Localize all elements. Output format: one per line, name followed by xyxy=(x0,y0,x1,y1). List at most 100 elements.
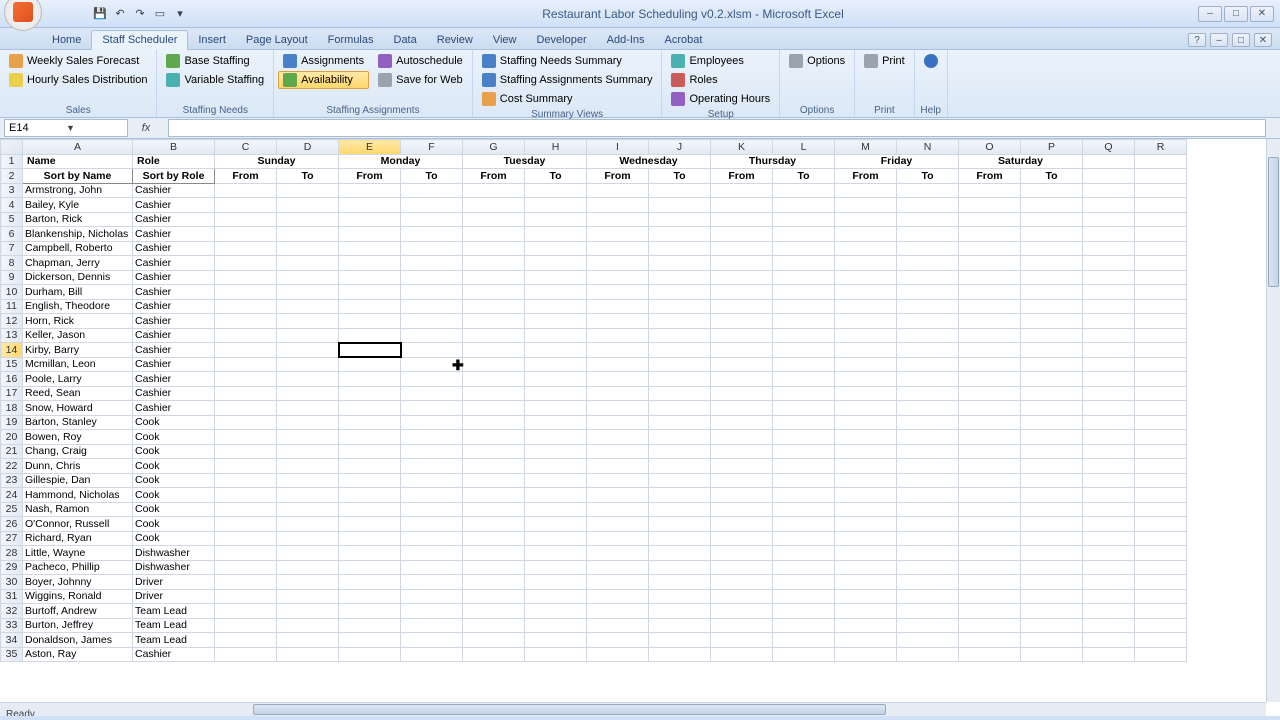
cell-D14[interactable] xyxy=(277,343,339,358)
cell-role[interactable]: Cook xyxy=(133,488,215,503)
cell-C14[interactable] xyxy=(215,343,277,358)
cell-H15[interactable] xyxy=(525,357,587,372)
cell-M3[interactable] xyxy=(835,183,897,198)
cell-C19[interactable] xyxy=(215,415,277,430)
cell-N19[interactable] xyxy=(897,415,959,430)
cell-H21[interactable] xyxy=(525,444,587,459)
cell-F5[interactable] xyxy=(401,212,463,227)
row-header-7[interactable]: 7 xyxy=(1,241,23,256)
cell-F28[interactable] xyxy=(401,546,463,561)
cell-L19[interactable] xyxy=(773,415,835,430)
cell-L16[interactable] xyxy=(773,372,835,387)
col-header-N[interactable]: N xyxy=(897,140,959,155)
cell-name[interactable]: Nash, Ramon xyxy=(23,502,133,517)
cell-J17[interactable] xyxy=(649,386,711,401)
cell-name[interactable]: Bailey, Kyle xyxy=(23,198,133,213)
cell-role[interactable]: Cook xyxy=(133,459,215,474)
cell-E17[interactable] xyxy=(339,386,401,401)
cell-F33[interactable] xyxy=(401,618,463,633)
cell-E19[interactable] xyxy=(339,415,401,430)
cell-name[interactable]: Chapman, Jerry xyxy=(23,256,133,271)
cell-F31[interactable] xyxy=(401,589,463,604)
cell-G31[interactable] xyxy=(463,589,525,604)
cell-F29[interactable] xyxy=(401,560,463,575)
cell-D32[interactable] xyxy=(277,604,339,619)
col-header-Q[interactable]: Q xyxy=(1083,140,1135,155)
cell-M17[interactable] xyxy=(835,386,897,401)
col-header-M[interactable]: M xyxy=(835,140,897,155)
cell-M21[interactable] xyxy=(835,444,897,459)
cell-K6[interactable] xyxy=(711,227,773,242)
cell-R23[interactable] xyxy=(1135,473,1187,488)
cell-E8[interactable] xyxy=(339,256,401,271)
cell-name[interactable]: Hammond, Nicholas xyxy=(23,488,133,503)
cell-role[interactable]: Cashier xyxy=(133,401,215,416)
cell-O12[interactable] xyxy=(959,314,1021,329)
cell-name[interactable]: Horn, Rick xyxy=(23,314,133,329)
cell-L33[interactable] xyxy=(773,618,835,633)
cell-C12[interactable] xyxy=(215,314,277,329)
cell-I17[interactable] xyxy=(587,386,649,401)
cell-K9[interactable] xyxy=(711,270,773,285)
row-header-10[interactable]: 10 xyxy=(1,285,23,300)
cell-Q14[interactable] xyxy=(1083,343,1135,358)
cell-I16[interactable] xyxy=(587,372,649,387)
cell-D25[interactable] xyxy=(277,502,339,517)
cell-D16[interactable] xyxy=(277,372,339,387)
col-header-B[interactable]: B xyxy=(133,140,215,155)
cell-D19[interactable] xyxy=(277,415,339,430)
cell-D8[interactable] xyxy=(277,256,339,271)
cell-O15[interactable] xyxy=(959,357,1021,372)
cell-O14[interactable] xyxy=(959,343,1021,358)
cell-role[interactable]: Cook xyxy=(133,517,215,532)
cell-K24[interactable] xyxy=(711,488,773,503)
cell-R30[interactable] xyxy=(1135,575,1187,590)
cell-P5[interactable] xyxy=(1021,212,1083,227)
cell-name[interactable]: Kirby, Barry xyxy=(23,343,133,358)
cell-O19[interactable] xyxy=(959,415,1021,430)
cell-C9[interactable] xyxy=(215,270,277,285)
cell-O10[interactable] xyxy=(959,285,1021,300)
cell-N16[interactable] xyxy=(897,372,959,387)
cell-J29[interactable] xyxy=(649,560,711,575)
cell-N11[interactable] xyxy=(897,299,959,314)
cell-K32[interactable] xyxy=(711,604,773,619)
cell-G3[interactable] xyxy=(463,183,525,198)
cell-K18[interactable] xyxy=(711,401,773,416)
cell-J18[interactable] xyxy=(649,401,711,416)
col-header-O[interactable]: O xyxy=(959,140,1021,155)
cell-M34[interactable] xyxy=(835,633,897,648)
cell-K25[interactable] xyxy=(711,502,773,517)
cell-O9[interactable] xyxy=(959,270,1021,285)
cell-E26[interactable] xyxy=(339,517,401,532)
cell-role[interactable]: Driver xyxy=(133,575,215,590)
row-header-27[interactable]: 27 xyxy=(1,531,23,546)
cell-F34[interactable] xyxy=(401,633,463,648)
cell-C25[interactable] xyxy=(215,502,277,517)
cell-G28[interactable] xyxy=(463,546,525,561)
cell-Q13[interactable] xyxy=(1083,328,1135,343)
cell-C11[interactable] xyxy=(215,299,277,314)
cell-M23[interactable] xyxy=(835,473,897,488)
cell-H25[interactable] xyxy=(525,502,587,517)
cell-J14[interactable] xyxy=(649,343,711,358)
cell-E12[interactable] xyxy=(339,314,401,329)
cell-M27[interactable] xyxy=(835,531,897,546)
cell-M4[interactable] xyxy=(835,198,897,213)
cell-N17[interactable] xyxy=(897,386,959,401)
cell-R16[interactable] xyxy=(1135,372,1187,387)
cell-E29[interactable] xyxy=(339,560,401,575)
cell-N26[interactable] xyxy=(897,517,959,532)
cell-L10[interactable] xyxy=(773,285,835,300)
cell-L27[interactable] xyxy=(773,531,835,546)
cell-G34[interactable] xyxy=(463,633,525,648)
cell-I32[interactable] xyxy=(587,604,649,619)
cell-N4[interactable] xyxy=(897,198,959,213)
cell-J4[interactable] xyxy=(649,198,711,213)
cell-D34[interactable] xyxy=(277,633,339,648)
cell-N8[interactable] xyxy=(897,256,959,271)
cell-C28[interactable] xyxy=(215,546,277,561)
cell-P4[interactable] xyxy=(1021,198,1083,213)
cell-K16[interactable] xyxy=(711,372,773,387)
cell-name[interactable]: Boyer, Johnny xyxy=(23,575,133,590)
